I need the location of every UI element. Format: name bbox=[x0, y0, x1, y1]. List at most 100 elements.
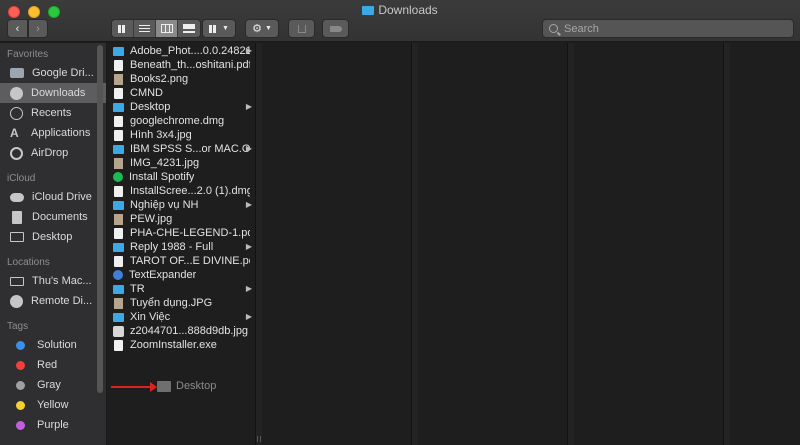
file-row[interactable]: Reply 1988 - Full ▶ bbox=[107, 240, 255, 254]
sidebar-item[interactable]: Recents bbox=[0, 103, 106, 123]
file-row[interactable]: Books2.png bbox=[107, 72, 255, 86]
file-name: TAROT OF...E DIVINE.pdf bbox=[130, 255, 250, 267]
file-row[interactable]: PEW.jpg bbox=[107, 212, 255, 226]
file-row[interactable]: PHA-CHE-LEGEND-1.pdf bbox=[107, 226, 255, 240]
file-name: IBM SPSS S...or MAC.OSX bbox=[130, 143, 250, 155]
file-name: Nghiệp vụ NH bbox=[130, 199, 199, 211]
sidebar-item[interactable]: Yellow bbox=[0, 395, 106, 415]
drag-ghost-folder[interactable]: Desktop bbox=[157, 380, 216, 392]
sidebar-item[interactable]: Documents bbox=[0, 207, 106, 227]
folder-icon bbox=[157, 380, 171, 392]
file-row[interactable]: ZoomInstaller.exe bbox=[107, 338, 255, 352]
view-mode-control bbox=[111, 19, 201, 38]
gear-icon: ⚙ bbox=[252, 23, 262, 35]
app-icon bbox=[113, 172, 123, 182]
file-row[interactable]: IMG_4231.jpg bbox=[107, 156, 255, 170]
file-name: Books2.png bbox=[130, 73, 189, 85]
chevron-down-icon: ▼ bbox=[264, 25, 272, 32]
file-name: IMG_4231.jpg bbox=[130, 157, 200, 169]
group-grid-icon bbox=[209, 24, 220, 33]
file-row[interactable]: Nghiệp vụ NH ▶ bbox=[107, 198, 255, 212]
file-row[interactable]: Beneath_th...oshitani.pdf bbox=[107, 58, 255, 72]
sidebar-item[interactable]: AirDrop bbox=[0, 143, 106, 163]
window-title-text: Downloads bbox=[378, 3, 438, 17]
disclosure-arrow-icon: ▶ bbox=[245, 144, 252, 153]
airdrop-icon bbox=[10, 146, 23, 160]
file-row[interactable]: TR ▶ bbox=[107, 282, 255, 296]
file-name: TextExpander bbox=[129, 269, 197, 281]
disclosure-arrow-icon: ▶ bbox=[245, 284, 252, 293]
sidebar-section-title: Favorites bbox=[7, 49, 49, 60]
file-row[interactable]: Adobe_Phot....0.0.24821 ▶ bbox=[107, 44, 255, 58]
file-name: googlechrome.dmg bbox=[130, 115, 225, 127]
icon-view-button[interactable] bbox=[112, 20, 134, 37]
image-file-icon bbox=[114, 297, 123, 309]
tags-button[interactable] bbox=[322, 19, 349, 38]
sidebar-item-label: Gray bbox=[37, 379, 61, 391]
file-row[interactable]: TextExpander bbox=[107, 268, 255, 282]
app-icon bbox=[113, 270, 123, 280]
file-row[interactable]: InstallScree...2.0 (1).dmg bbox=[107, 184, 255, 198]
action-menu-button[interactable]: ⚙ ▼ bbox=[245, 19, 279, 38]
sidebar-item-label: Downloads bbox=[31, 87, 86, 99]
empty-column bbox=[418, 43, 568, 445]
sidebar-item[interactable]: Downloads bbox=[0, 83, 106, 103]
sidebar-item[interactable]: Google Dri... bbox=[0, 63, 106, 83]
sidebar-item[interactable]: Solution bbox=[0, 335, 106, 355]
sidebar-item[interactable]: Gray bbox=[0, 375, 106, 395]
back-button[interactable]: ‹ bbox=[7, 19, 28, 38]
file-name: z2044701...888d9db.jpg bbox=[130, 325, 249, 337]
sidebar-scrollbar[interactable] bbox=[97, 45, 103, 393]
annotation-arrow bbox=[111, 382, 157, 392]
file-row[interactable]: googlechrome.dmg bbox=[107, 114, 255, 128]
file-icon bbox=[114, 115, 123, 127]
column-view-button[interactable] bbox=[156, 20, 178, 37]
file-row[interactable]: IBM SPSS S...or MAC.OSX▶ bbox=[107, 142, 255, 156]
file-row[interactable]: CMND bbox=[107, 86, 255, 100]
folder-icon bbox=[113, 242, 124, 252]
tag-icon bbox=[329, 25, 342, 32]
chevron-right-icon: › bbox=[36, 22, 40, 35]
sidebar-item[interactable]: Purple bbox=[0, 415, 106, 435]
file-name: CMND bbox=[130, 87, 163, 99]
file-row[interactable]: z2044701...888d9db.jpg bbox=[107, 324, 255, 338]
sidebar-item[interactable]: iCloud Drive bbox=[0, 187, 106, 207]
sidebar-item-label: Yellow bbox=[37, 399, 69, 411]
file-row[interactable]: Hình 3x4.jpg bbox=[107, 128, 255, 142]
search-field[interactable]: Search bbox=[542, 19, 794, 38]
cloud-icon bbox=[10, 192, 24, 202]
file-row[interactable]: TAROT OF...E DIVINE.pdf bbox=[107, 254, 255, 268]
sidebar-item[interactable]: Remote Di... bbox=[0, 291, 106, 311]
disclosure-arrow-icon: ▶ bbox=[245, 200, 252, 209]
file-name: Adobe_Phot....0.0.24821 bbox=[130, 45, 250, 57]
folder-icon bbox=[113, 46, 124, 56]
window-title: Downloads bbox=[0, 3, 800, 17]
tag-color-icon bbox=[16, 420, 25, 430]
forward-button[interactable]: › bbox=[28, 19, 48, 38]
list-icon bbox=[139, 24, 150, 33]
column-resize-grip[interactable] bbox=[257, 436, 261, 442]
sidebar-item-label: Purple bbox=[37, 419, 69, 431]
file-row[interactable]: Tuyển dụng.JPG bbox=[107, 296, 255, 310]
share-icon bbox=[297, 24, 306, 33]
file-row[interactable]: Xin Việc ▶ bbox=[107, 310, 255, 324]
gallery-view-button[interactable] bbox=[178, 20, 200, 37]
file-name: Beneath_th...oshitani.pdf bbox=[130, 59, 250, 71]
empty-column bbox=[262, 43, 412, 445]
sidebar-item[interactable]: Red bbox=[0, 355, 106, 375]
list-view-button[interactable] bbox=[134, 20, 156, 37]
file-name: Install Spotify bbox=[129, 171, 195, 183]
empty-column bbox=[730, 43, 800, 445]
sidebar-item-label: Thu's Mac... bbox=[32, 275, 92, 287]
sidebar-item[interactable]: Thu's Mac... bbox=[0, 271, 106, 291]
applications-icon: A bbox=[10, 125, 19, 140]
group-by-button[interactable]: ▼ bbox=[202, 19, 236, 38]
chevron-down-icon: ▼ bbox=[222, 25, 229, 32]
share-button[interactable] bbox=[288, 19, 315, 38]
file-row[interactable]: Install Spotify bbox=[107, 170, 255, 184]
file-row[interactable]: Desktop ▶ bbox=[107, 100, 255, 114]
sidebar-item[interactable]: Desktop bbox=[0, 227, 106, 247]
search-placeholder: Search bbox=[564, 22, 599, 35]
sidebar-item[interactable]: A Applications bbox=[0, 123, 106, 143]
file-icon bbox=[114, 227, 123, 239]
